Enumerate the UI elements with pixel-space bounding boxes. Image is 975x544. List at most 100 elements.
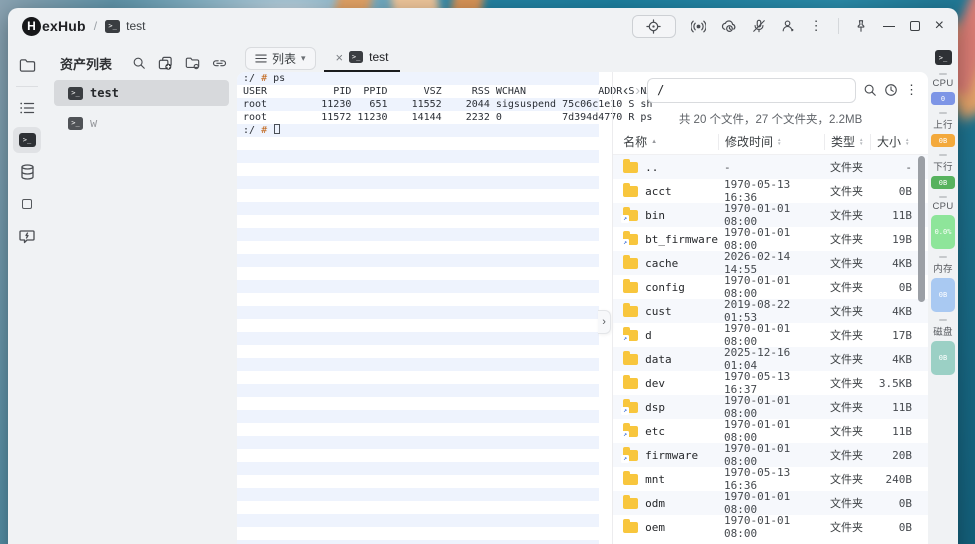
breadcrumb-separator: /	[94, 19, 97, 33]
stats-terminal-button[interactable]: >_	[935, 50, 952, 65]
file-row[interactable]: ↗ dev 1970-05-13 16:37 文件夹 3.5KB	[613, 371, 928, 395]
tab-test[interactable]: × >_ test	[324, 44, 401, 72]
nav-forward-button[interactable]: ›	[635, 82, 640, 99]
folder-manage-icon[interactable]	[185, 56, 200, 70]
rail-feedback-button[interactable]	[13, 223, 41, 249]
panel-gutter: ›	[599, 72, 612, 544]
nav-back-button[interactable]: ‹	[623, 82, 628, 99]
close-button[interactable]: ×	[935, 18, 944, 34]
feedback-icon	[19, 229, 35, 244]
file-row[interactable]: ↗ acct 1970-05-13 16:36 文件夹 0B	[613, 179, 928, 203]
file-row[interactable]: ↗ mnt 1970-05-13 16:36 文件夹 240B	[613, 467, 928, 491]
rail-list-button[interactable]	[13, 95, 41, 121]
symlink-badge-icon: ↗	[621, 335, 629, 343]
collapse-file-panel-handle[interactable]: ›	[598, 310, 611, 334]
crosshair-icon	[646, 19, 661, 34]
mic-off-icon	[752, 19, 766, 33]
file-row[interactable]: ↗ bin 1970-01-01 08:00 文件夹 11B	[613, 203, 928, 227]
file-row[interactable]: ↗ dsp 1970-01-01 08:00 文件夹 11B	[613, 395, 928, 419]
file-menu-button[interactable]: ⋮	[905, 82, 918, 98]
rail-divider	[16, 86, 38, 87]
column-header-size[interactable]: 大小 ▲▼	[870, 134, 928, 150]
stat-badge[interactable]: 0B	[931, 278, 955, 312]
file-row[interactable]: ↗ etc 1970-01-01 08:00 文件夹 11B	[613, 419, 928, 443]
link-icon[interactable]	[212, 57, 227, 69]
folder-icon: ↗	[623, 330, 638, 341]
terminal-icon: >_	[349, 51, 363, 63]
rail-display-button[interactable]	[13, 191, 41, 217]
symlink-badge-icon: ↗	[621, 407, 629, 415]
file-row[interactable]: ↗ cache 2026-02-14 14:55 文件夹 4KB	[613, 251, 928, 275]
stat-block-cpu: CPU0.0%	[931, 196, 955, 249]
file-row[interactable]: ↗ firmware 1970-01-01 08:00 文件夹 20B	[613, 443, 928, 467]
maximize-button[interactable]	[910, 21, 920, 31]
sort-icon: ▲▼	[859, 138, 863, 146]
asset-item-w[interactable]: >_ w	[54, 110, 229, 136]
folder-icon: ↗	[623, 234, 638, 245]
column-header-type[interactable]: 类型 ▲▼	[824, 134, 870, 150]
file-row[interactable]: ↗ odm 1970-01-01 08:00 文件夹 0B	[613, 491, 928, 515]
symlink-badge-icon: ↗	[621, 431, 629, 439]
path-input[interactable]: /	[647, 78, 856, 103]
minimize-button[interactable]	[883, 26, 895, 27]
file-summary: 共 20 个文件，27 个文件夹，2.2MB	[613, 108, 928, 129]
terminal-prompt-line: :/ # ps	[237, 72, 599, 85]
terminal-pane[interactable]: :/ # psUSER PID PPID VSZ RSS WCHAN ADDR …	[237, 72, 599, 544]
folder-icon: ↗	[623, 402, 638, 413]
tab-close-icon[interactable]: ×	[336, 51, 344, 64]
stat-badge[interactable]: 0B	[931, 134, 955, 147]
stat-block-上行: 上行0B	[931, 112, 955, 147]
user-icon	[781, 19, 795, 33]
app-brand: exHub	[42, 18, 86, 34]
more-menu-button[interactable]: ⋮	[810, 18, 823, 34]
broadcast-button[interactable]	[691, 19, 706, 34]
column-header-mtime[interactable]: 修改时间 ▲▼	[718, 134, 824, 150]
user-button[interactable]	[781, 19, 795, 33]
search-icon[interactable]	[132, 56, 146, 70]
rail-terminal-button[interactable]: >_	[13, 127, 41, 153]
locate-button[interactable]	[632, 15, 676, 38]
file-row[interactable]: ↗ d 1970-01-01 08:00 文件夹 17B	[613, 323, 928, 347]
column-header-name[interactable]: 名称 ▲	[613, 134, 718, 150]
rail-database-button[interactable]	[13, 159, 41, 185]
view-mode-button[interactable]: 列表 ▾	[245, 47, 316, 70]
folder-icon: ↗	[623, 498, 638, 509]
pin-icon	[854, 19, 868, 33]
file-list: ↗ .. - 文件夹 - ↗ acct 1970-05-13 16:36 文件夹…	[613, 155, 928, 544]
add-asset-icon[interactable]	[158, 56, 173, 71]
folder-icon	[19, 58, 36, 73]
stat-badge[interactable]: 0B	[931, 176, 955, 189]
titlebar-divider	[838, 18, 839, 34]
file-row[interactable]: ↗ oem 1970-01-01 08:00 文件夹 0B	[613, 515, 928, 539]
minimize-icon	[883, 26, 895, 27]
folder-icon: ↗	[623, 474, 638, 485]
terminal-cursor	[274, 124, 280, 134]
file-row[interactable]: ↗ .. - 文件夹 -	[613, 155, 928, 179]
file-column-headers: 名称 ▲ 修改时间 ▲▼ 类型 ▲▼ 大小 ▲▼	[613, 129, 928, 155]
file-list-scrollbar[interactable]	[918, 156, 925, 302]
stat-badge[interactable]: 0.0%	[931, 215, 955, 249]
folder-icon: ↗	[623, 282, 638, 293]
history-clock-icon[interactable]	[884, 83, 898, 97]
asset-item-test[interactable]: >_ test	[54, 80, 229, 106]
file-row[interactable]: ↗ config 1970-01-01 08:00 文件夹 0B	[613, 275, 928, 299]
mic-off-button[interactable]	[752, 19, 766, 33]
file-row[interactable]: ↗ data 2025-12-16 01:04 文件夹 4KB	[613, 347, 928, 371]
file-row[interactable]: ↗ bt_firmware 1970-01-01 08:00 文件夹 19B	[613, 227, 928, 251]
search-icon[interactable]	[863, 83, 877, 97]
stat-block-下行: 下行0B	[931, 154, 955, 189]
folder-icon: ↗	[623, 258, 638, 269]
rail-files-button[interactable]	[13, 52, 41, 78]
cloud-sync-button[interactable]	[721, 19, 737, 33]
folder-icon: ↗	[623, 306, 638, 317]
stat-badge[interactable]: 0B	[931, 341, 955, 375]
broadcast-icon	[691, 19, 706, 34]
pin-button[interactable]	[854, 19, 868, 33]
database-icon	[20, 164, 35, 180]
folder-icon: ↗	[623, 354, 638, 365]
file-row[interactable]: ↗ cust 2019-08-22 01:53 文件夹 4KB	[613, 299, 928, 323]
title-bar: H exHub / >_ test	[8, 8, 958, 44]
stat-badge[interactable]: 0	[931, 92, 955, 105]
folder-icon: ↗	[623, 450, 638, 461]
sort-icon: ▲▼	[905, 138, 909, 146]
